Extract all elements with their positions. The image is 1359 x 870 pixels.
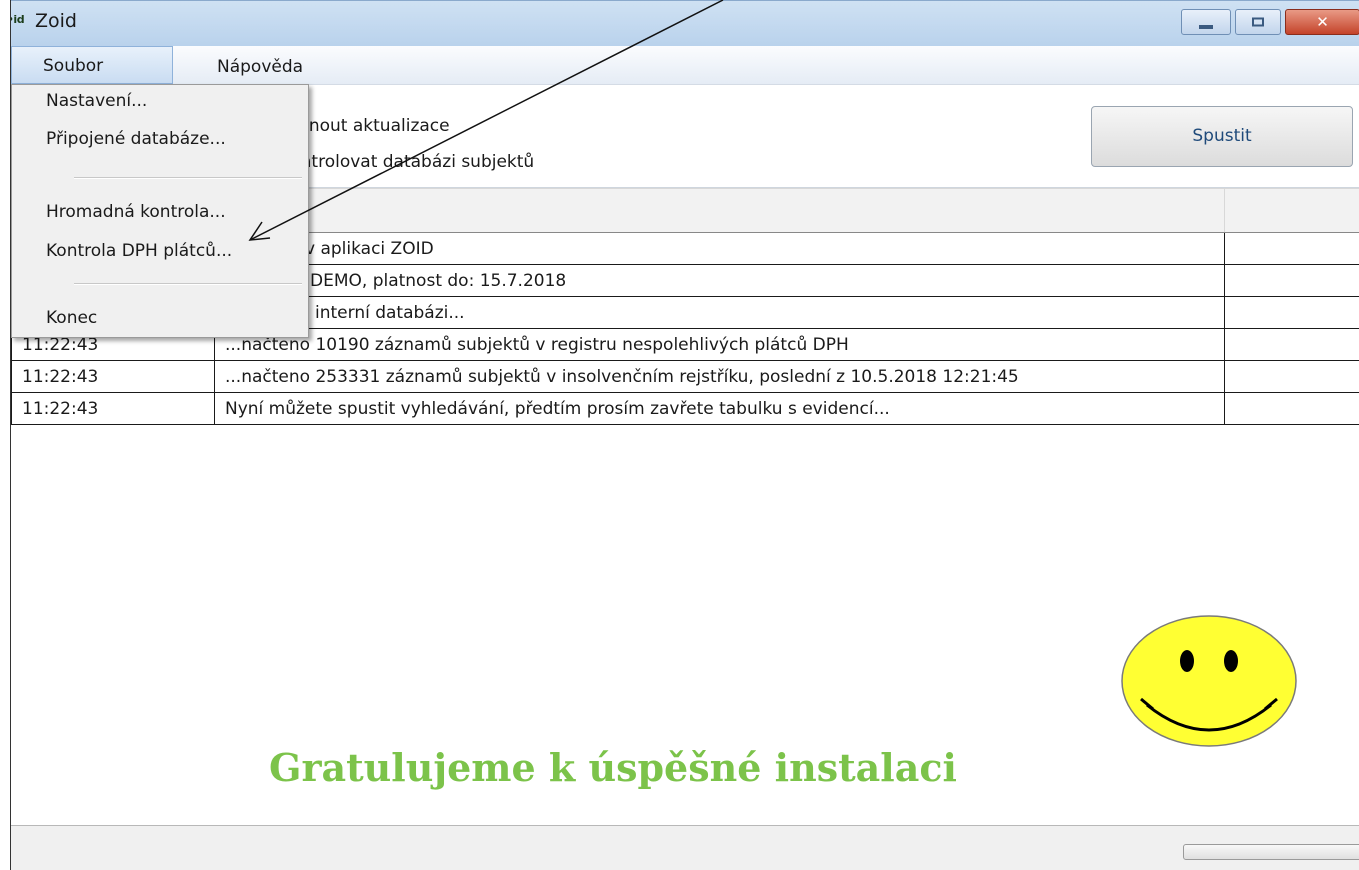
table-row: 11:22:43 Nyní můžete spustit vyhledávání… bbox=[11, 392, 1359, 425]
log-header-extra bbox=[1224, 188, 1359, 233]
menu-separator bbox=[74, 283, 302, 285]
log-message: ...načteno 253331 záznamů subjektů v ins… bbox=[214, 360, 1225, 393]
log-header-message bbox=[214, 188, 1225, 233]
app-logo: z•id bbox=[11, 13, 25, 26]
menu-item-vat-payer-check[interactable]: Kontrola DPH plátců... bbox=[46, 241, 232, 261]
close-button[interactable]: ✕ bbox=[1285, 9, 1359, 35]
minimize-icon bbox=[1199, 25, 1213, 29]
log-message: interní databázi... bbox=[214, 296, 1225, 329]
smiley-face-icon bbox=[1121, 615, 1297, 747]
menu-separator bbox=[74, 177, 302, 179]
menu-item-exit[interactable]: Konec bbox=[46, 308, 97, 328]
log-time: 11:22:43 bbox=[11, 392, 215, 425]
option-check-database[interactable]: kontrolovat databázi subjektů bbox=[281, 152, 534, 172]
menu-item-bulk-check[interactable]: Hromadná kontrola... bbox=[46, 202, 226, 222]
close-icon: ✕ bbox=[1316, 13, 1329, 31]
congratulations-text: Gratulujeme k úspěšné instalaci bbox=[269, 745, 957, 790]
status-bar bbox=[11, 825, 1359, 870]
menu-help[interactable]: Nápověda bbox=[217, 57, 303, 77]
run-button[interactable]: Spustit bbox=[1091, 106, 1353, 167]
menu-item-connected-databases[interactable]: Připojené databáze... bbox=[46, 129, 226, 149]
log-message: v aplikaci ZOID bbox=[214, 232, 1225, 265]
maximize-icon bbox=[1252, 17, 1264, 27]
app-window: z•id Zoid ✕ Soubor Nápověda táhnout aktu… bbox=[10, 0, 1359, 870]
log-message: ...načteno 10190 záznamů subjektů v regi… bbox=[214, 328, 1225, 361]
menu-bar: Soubor Nápověda bbox=[11, 46, 1359, 85]
file-menu-dropdown: Nastavení... Připojené databáze... Hroma… bbox=[11, 84, 309, 338]
menu-file-label: Soubor bbox=[43, 56, 104, 76]
log-time: 11:22:43 bbox=[11, 360, 215, 393]
menu-file[interactable]: Soubor bbox=[11, 46, 173, 84]
minimize-button[interactable] bbox=[1181, 9, 1231, 35]
table-row: 11:22:43 ...načteno 253331 záznamů subje… bbox=[11, 360, 1359, 393]
progress-bar bbox=[1183, 844, 1359, 860]
window-title: Zoid bbox=[35, 10, 77, 32]
log-message: Nyní můžete spustit vyhledávání, předtím… bbox=[214, 392, 1225, 425]
log-message: DEMO, platnost do: 15.7.2018 bbox=[214, 264, 1225, 297]
title-bar[interactable]: z•id Zoid ✕ bbox=[11, 0, 1359, 46]
menu-item-settings[interactable]: Nastavení... bbox=[46, 91, 147, 111]
maximize-button[interactable] bbox=[1235, 9, 1281, 35]
